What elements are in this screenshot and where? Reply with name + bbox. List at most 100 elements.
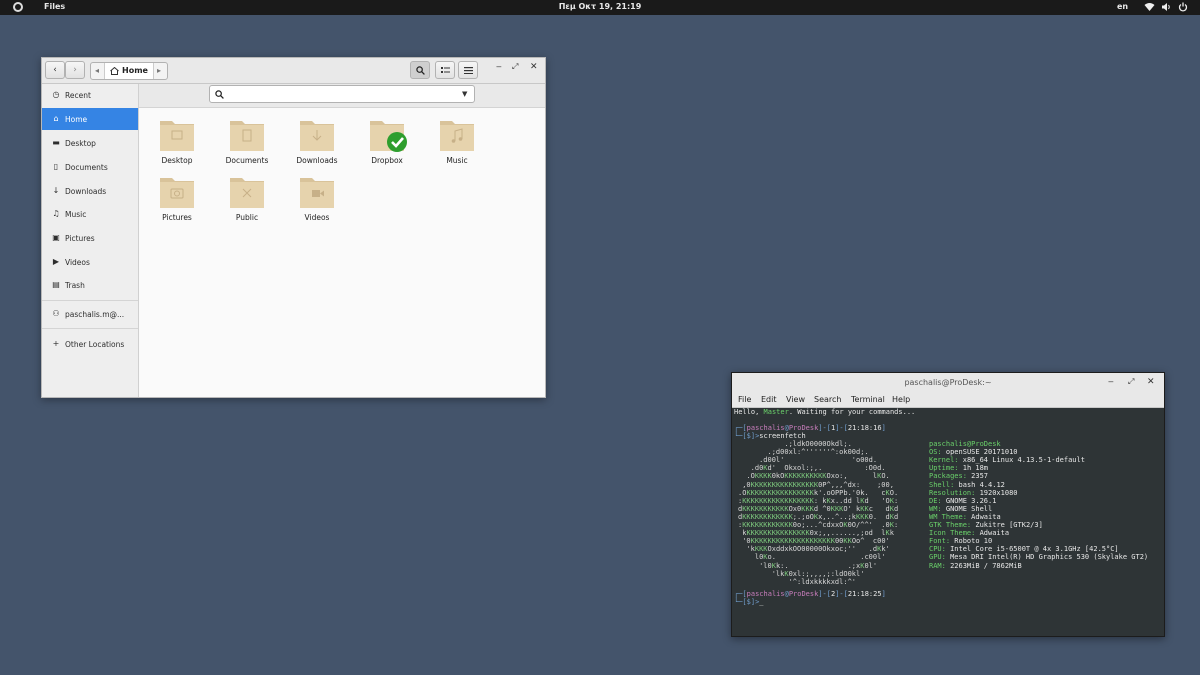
- sidebar-item-videos[interactable]: ▶ Videos: [42, 251, 138, 273]
- volume-icon[interactable]: [1161, 2, 1171, 15]
- menu-search[interactable]: Search: [814, 395, 841, 404]
- search-dropdown-icon[interactable]: ▼: [462, 90, 467, 98]
- folder-public[interactable]: Public: [216, 173, 278, 225]
- sidebar-item-pictures[interactable]: ▣ Pictures: [42, 227, 138, 249]
- download-icon: ↓: [52, 186, 60, 195]
- close-icon[interactable]: ✕: [1147, 377, 1155, 387]
- restore-icon[interactable]: ⤢: [512, 62, 518, 72]
- sidebar-item-desktop[interactable]: ▬ Desktop: [42, 132, 138, 154]
- logo-line: 'lkK0xl:;,,,,;:ldO0kl': [738, 569, 865, 578]
- sidebar-item-label: Documents: [65, 163, 108, 172]
- folder-desktop[interactable]: Desktop: [146, 116, 208, 168]
- document-icon: ▯: [53, 162, 59, 171]
- folder-dropbox[interactable]: Dropbox: [356, 116, 418, 168]
- folder-music[interactable]: Music: [426, 116, 488, 168]
- sidebar-item-label: paschalis.m@...: [65, 310, 125, 319]
- sidebar-item-label: Pictures: [65, 234, 95, 243]
- minimize-icon[interactable]: ‒: [496, 62, 502, 72]
- info-line: GPU: Mesa DRI Intel(R) HD Graphics 530 (…: [929, 553, 1149, 562]
- forward-icon: ›: [73, 65, 77, 75]
- music-icon: ♫: [52, 209, 60, 218]
- menu-view[interactable]: View: [786, 395, 805, 404]
- path-right-arrow-icon[interactable]: ▸: [157, 66, 161, 75]
- path-home-label: Home: [122, 66, 148, 75]
- forward-button[interactable]: ›: [65, 61, 85, 79]
- sidebar-divider: [42, 300, 138, 301]
- folder-pictures[interactable]: Pictures: [146, 173, 208, 225]
- terminal-menubar: File Edit View Search Terminal Help: [732, 393, 1164, 408]
- folder-label: Documents: [225, 156, 269, 165]
- hamburger-icon: [464, 67, 473, 74]
- menu-edit[interactable]: Edit: [761, 395, 777, 404]
- menu-terminal[interactable]: Terminal: [851, 395, 885, 404]
- sidebar-item-label: Videos: [65, 258, 90, 267]
- logo-line: dKKKKKKKKKKKK;.;oOKx,..^..;kKKK0. dKd: [738, 512, 899, 521]
- terminal-titlebar[interactable]: paschalis@ProDesk:~ ‒ ⤢ ✕: [732, 373, 1164, 393]
- folder-label: Dropbox: [371, 156, 403, 165]
- info-line: OS: openSUSE 20171010: [929, 448, 1018, 457]
- sidebar-item-music[interactable]: ♫ Music: [42, 203, 138, 225]
- menu-button[interactable]: [458, 61, 478, 79]
- sidebar-item-documents[interactable]: ▯ Documents: [42, 156, 138, 178]
- path-left-arrow-icon[interactable]: ◂: [95, 66, 99, 75]
- info-line: WM Theme: Adwaita: [929, 512, 1001, 521]
- back-icon: ‹: [53, 65, 57, 75]
- sidebar-divider: [42, 328, 138, 329]
- search-button[interactable]: [410, 61, 430, 79]
- restore-icon[interactable]: ⤢: [1128, 377, 1134, 387]
- info-line: Icon Theme: Adwaita: [929, 529, 1010, 538]
- folder-videos[interactable]: Videos: [286, 173, 348, 225]
- terminal-output[interactable]: Hello, Master. Waiting for your commands…: [734, 408, 1162, 634]
- info-line: Font: Roboto 10: [929, 537, 993, 546]
- info-line: paschalis@ProDesk: [929, 440, 1001, 448]
- documents-folder-icon: [230, 121, 264, 151]
- sidebar-item-downloads[interactable]: ↓ Downloads: [42, 180, 138, 202]
- folder-label: Pictures: [162, 213, 192, 222]
- folder-downloads[interactable]: Downloads: [286, 116, 348, 168]
- public-folder-icon: [230, 178, 264, 208]
- folder-label: Downloads: [296, 156, 338, 165]
- clock-icon: ◷: [52, 90, 60, 99]
- power-icon[interactable]: [1178, 2, 1188, 15]
- path-home-button[interactable]: Home: [104, 63, 154, 79]
- file-view: ▼ Desktop Documents Downloads Dropbox Mu…: [139, 84, 545, 397]
- search-input[interactable]: ▼: [209, 85, 475, 103]
- info-line: Packages: 2357: [929, 472, 989, 481]
- menu-file[interactable]: File: [738, 395, 751, 404]
- sidebar-item-other-locations[interactable]: + Other Locations: [42, 333, 138, 355]
- greeting-line: Hello, Master. Waiting for your commands…: [734, 408, 916, 416]
- sidebar-item-label: Downloads: [65, 187, 107, 196]
- sidebar-item-network-drive[interactable]: ⚇ paschalis.m@...: [42, 303, 138, 325]
- folder-documents[interactable]: Documents: [216, 116, 278, 168]
- desktop-icon: ▬: [52, 138, 60, 147]
- minimize-icon[interactable]: ‒: [1108, 377, 1114, 387]
- logo-line: .;ldkO0000Okdl;.: [738, 440, 852, 448]
- sidebar-item-recent[interactable]: ◷ Recent: [42, 84, 138, 106]
- view-toggle-button[interactable]: [435, 61, 455, 79]
- files-window: ‹ › ◂ Home ▸ ‒ ⤢ ✕ ◷ Recent ⌂ Home ▬ Deskto…: [41, 57, 546, 398]
- home-icon: [110, 67, 119, 75]
- sidebar-item-home[interactable]: ⌂ Home: [42, 108, 138, 130]
- back-button[interactable]: ‹: [45, 61, 65, 79]
- info-line: Shell: bash 4.4.12: [929, 480, 1005, 489]
- trash-icon: ▤: [52, 280, 60, 289]
- clock[interactable]: Πεμ Οκτ 19, 21:19: [0, 2, 1200, 11]
- path-bar: ◂ Home ▸: [90, 62, 168, 80]
- folder-label: Desktop: [161, 156, 193, 165]
- desktop-folder-icon: [160, 121, 194, 151]
- keyboard-layout[interactable]: en: [1117, 2, 1128, 11]
- logo-line: 'l0Kk:. .;xK0l': [738, 561, 878, 570]
- music-folder-icon: [440, 121, 474, 151]
- prompt-line-1: ┌─[paschalis@ProDesk]-[1]-[21:18:16]: [734, 424, 886, 432]
- close-icon[interactable]: ✕: [530, 62, 538, 72]
- logo-line: :KKKKKKKKKKKKKKKKK: kKx..dd lKd 'OK:: [738, 496, 899, 505]
- logo-line: :KKKKKKKKKKKK0o;...^cdxxOK0O/^^' .0K:: [738, 521, 899, 529]
- info-line: Resolution: 1920x1080: [929, 488, 1018, 497]
- prompt-line-2: ┌─[paschalis@ProDesk]-[2]-[21:18:25]: [734, 590, 886, 598]
- logo-line: .OKKKKKKKKKKKKKKKKk'.oOPPb.'0k. cKO.: [738, 488, 899, 497]
- sidebar-item-trash[interactable]: ▤ Trash: [42, 274, 138, 296]
- network-icon[interactable]: [1144, 2, 1155, 15]
- menu-help[interactable]: Help: [892, 395, 910, 404]
- folder-label: Public: [235, 213, 259, 222]
- camera-icon: ▣: [52, 233, 60, 242]
